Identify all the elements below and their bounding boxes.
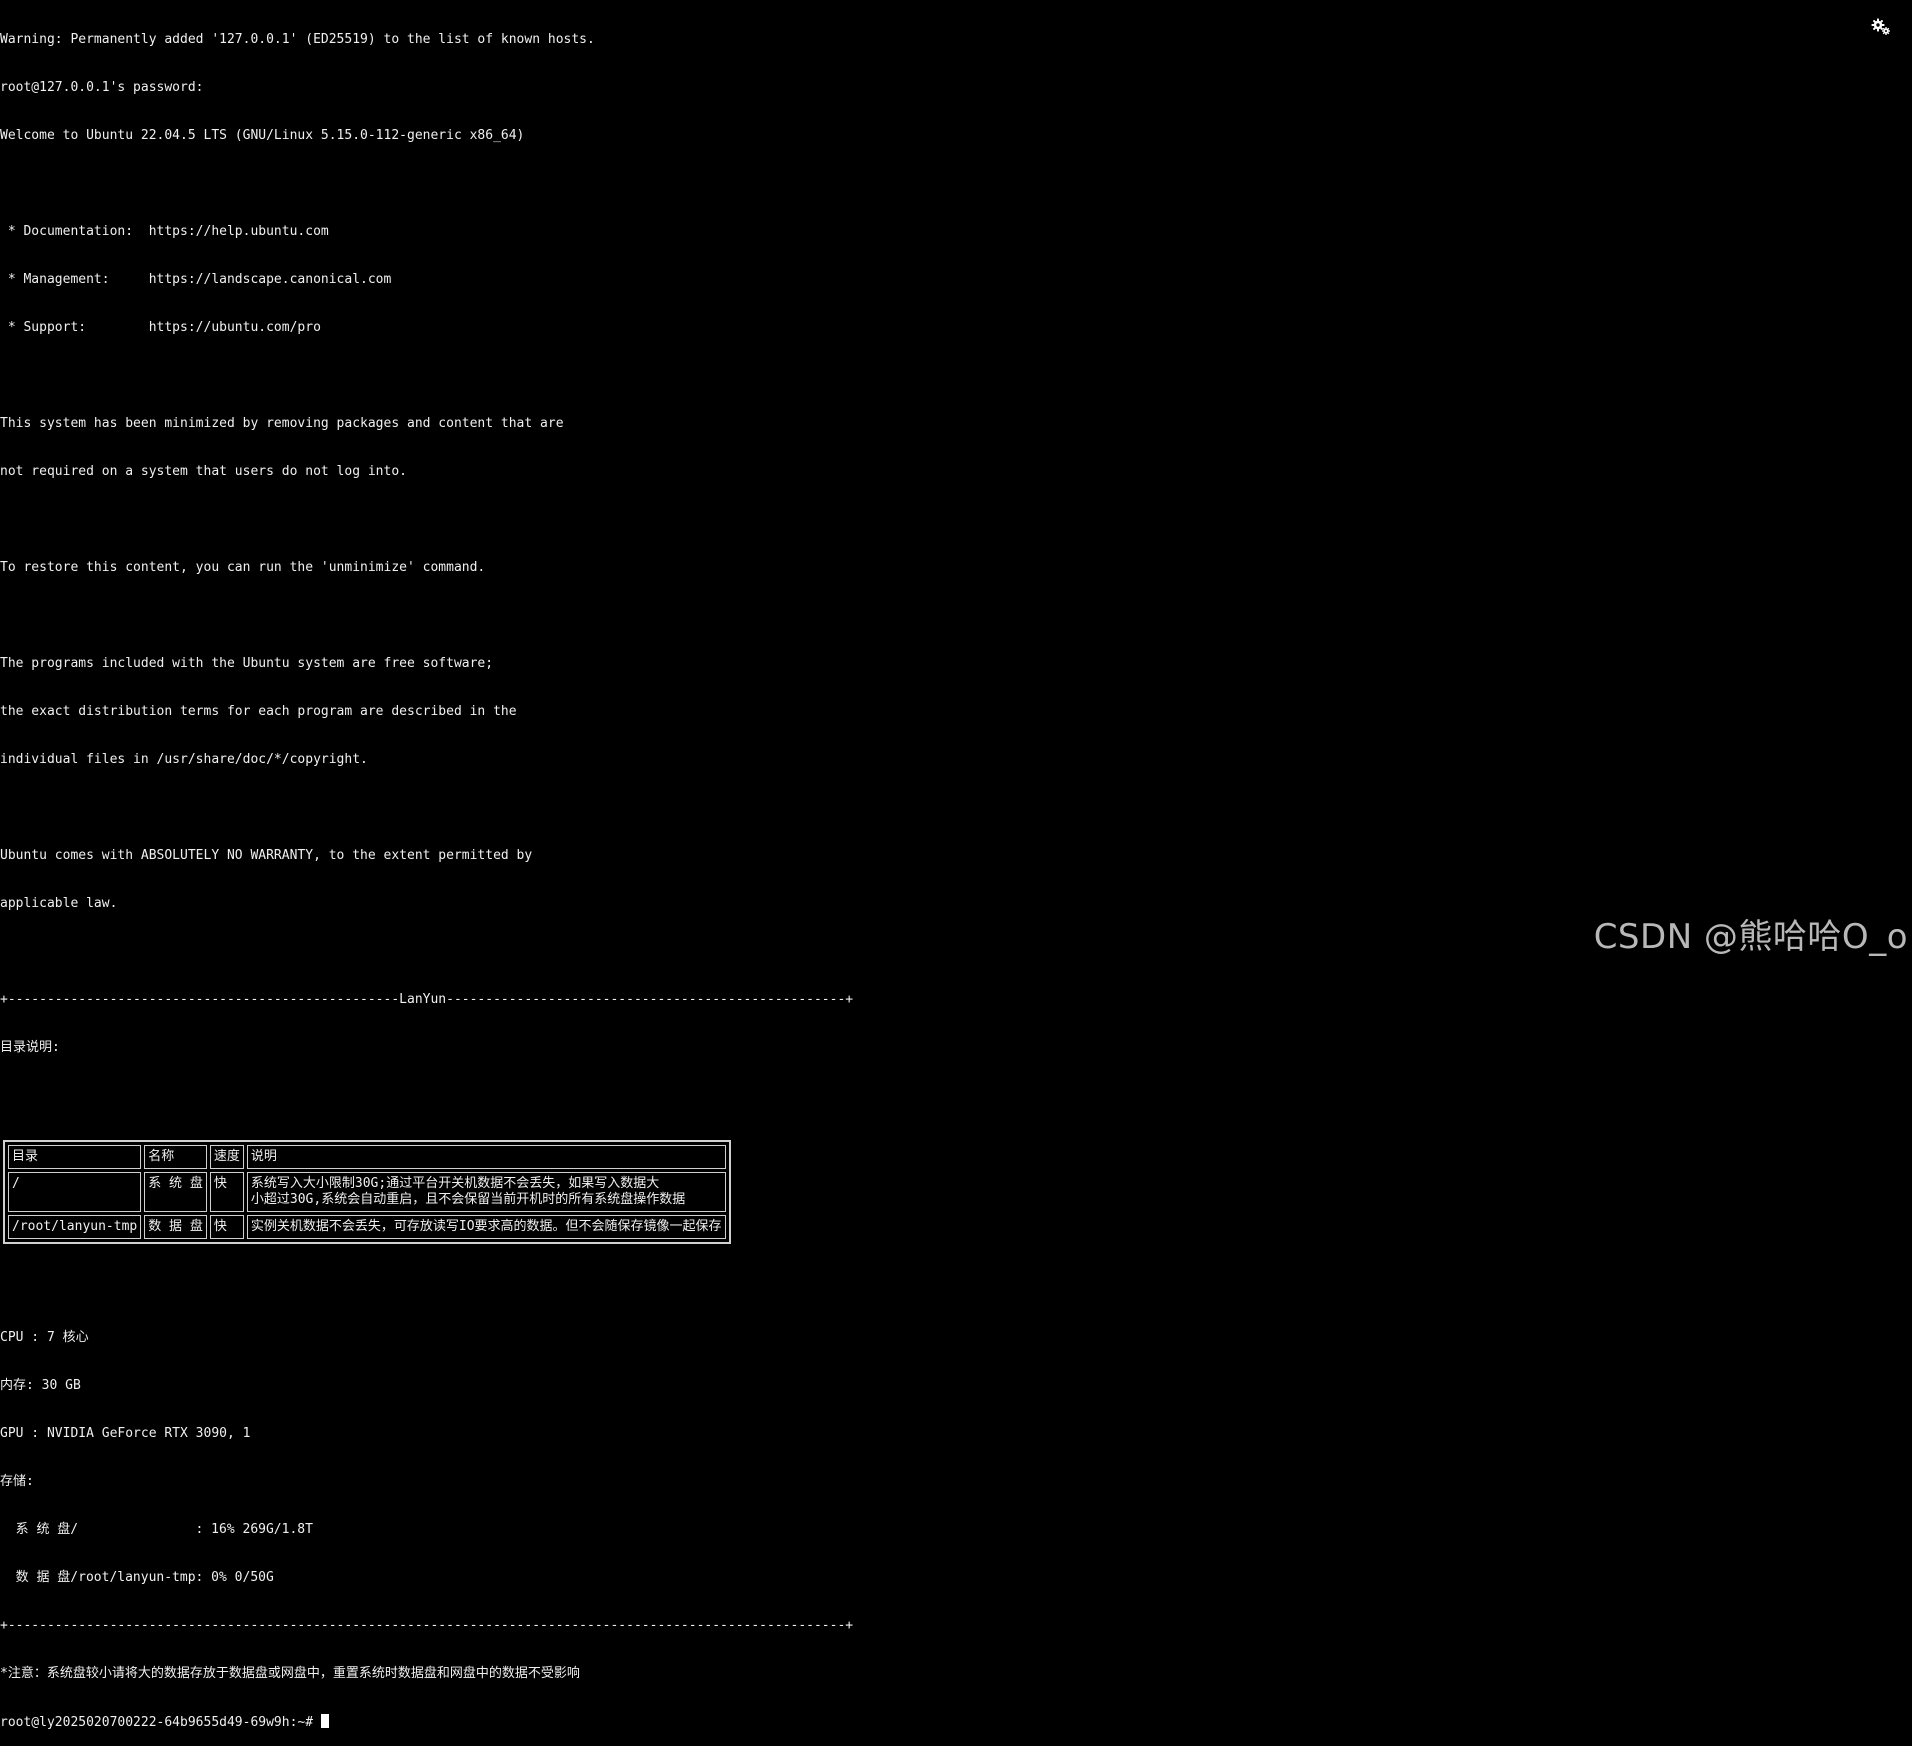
cell-directory: /root/lanyun-tmp: [8, 1215, 142, 1239]
header-directory: 目录: [8, 1145, 142, 1169]
cell-description: 系统写入大小限制30G;通过平台开关机数据不会丢失，如果写入数据大 小超过30G…: [246, 1172, 726, 1212]
csdn-watermark: CSDN @熊哈哈O_o: [1593, 917, 1908, 957]
prompt-line[interactable]: root@ly2025020700222-64b9655d49-69w9h:~#: [0, 1714, 1000, 1730]
terminal-line: * Documentation: https://help.ubuntu.com: [0, 224, 329, 239]
cell-description: 实例关机数据不会丢失，可存放读写IO要求高的数据。但不会随保存镜像一起保存: [246, 1215, 726, 1239]
terminal-line: the exact distribution terms for each pr…: [0, 704, 517, 719]
cell-speed: 快: [209, 1215, 244, 1239]
terminal-line: Warning: Permanently added '127.0.0.1' (…: [0, 32, 595, 47]
terminal-line: 存储:: [0, 1474, 34, 1489]
lanyun-separator: +---------------------------------------…: [0, 992, 854, 1007]
text-cursor: [320, 1714, 329, 1728]
header-speed: 速度: [209, 1145, 244, 1169]
terminal-output[interactable]: Warning: Permanently added '127.0.0.1' (…: [0, 0, 1000, 1746]
terminal-line: Welcome to Ubuntu 22.04.5 LTS (GNU/Linux…: [0, 128, 525, 143]
terminal-line: * Management: https://landscape.canonica…: [0, 272, 392, 287]
table-header-row: 目录 名称 速度 说明: [8, 1145, 726, 1169]
terminal-line: * Support: https://ubuntu.com/pro: [0, 320, 321, 335]
cell-speed: 快: [209, 1172, 244, 1212]
directory-heading: 目录说明:: [0, 1040, 60, 1055]
terminal-line: individual files in /usr/share/doc/*/cop…: [0, 752, 368, 767]
terminal-line: 内存: 30 GB: [0, 1378, 81, 1393]
directory-table-wrapper: 目录 名称 速度 说明 / 系 统 盘 快 系统写入大小限制30G;通过平台开关…: [3, 1108, 891, 1276]
table-row: /root/lanyun-tmp 数 据 盘 快 实例关机数据不会丢失，可存放读…: [8, 1215, 726, 1239]
terminal-line: applicable law.: [0, 896, 118, 911]
terminal-line: not required on a system that users do n…: [0, 464, 407, 479]
terminal-line: Ubuntu comes with ABSOLUTELY NO WARRANTY…: [0, 848, 533, 863]
gears-icon-graphic: [1871, 18, 1890, 35]
terminal-line: This system has been minimized by removi…: [0, 416, 564, 431]
header-description: 说明: [246, 1145, 726, 1169]
table-row: / 系 统 盘 快 系统写入大小限制30G;通过平台开关机数据不会丢失，如果写入…: [8, 1172, 726, 1212]
cell-name: 数 据 盘: [144, 1215, 207, 1239]
terminal-line: The programs included with the Ubuntu sy…: [0, 656, 494, 671]
directory-table: 目录 名称 速度 说明 / 系 统 盘 快 系统写入大小限制30G;通过平台开关…: [3, 1140, 731, 1244]
terminal-line: 系 统 盘/ : 16% 269G/1.8T: [0, 1522, 313, 1537]
terminal-line: GPU : NVIDIA GeForce RTX 3090, 1: [0, 1426, 251, 1441]
cell-directory: /: [8, 1172, 142, 1212]
cell-name: 系 统 盘: [144, 1172, 207, 1212]
gears-icon[interactable]: [1870, 16, 1892, 38]
terminal-line: root@127.0.0.1's password:: [0, 80, 204, 95]
terminal-line: 数 据 盘/root/lanyun-tmp: 0% 0/50G: [0, 1570, 274, 1585]
header-name: 名称: [144, 1145, 207, 1169]
terminal-line: CPU : 7 核心: [0, 1330, 89, 1345]
shell-prompt: root@ly2025020700222-64b9655d49-69w9h:~#: [0, 1715, 321, 1730]
bottom-separator: +---------------------------------------…: [0, 1618, 854, 1633]
terminal-line: To restore this content, you can run the…: [0, 560, 486, 575]
notice-line: *注意：系统盘较小请将大的数据存放于数据盘或网盘中，重置系统时数据盘和网盘中的数…: [0, 1666, 580, 1681]
